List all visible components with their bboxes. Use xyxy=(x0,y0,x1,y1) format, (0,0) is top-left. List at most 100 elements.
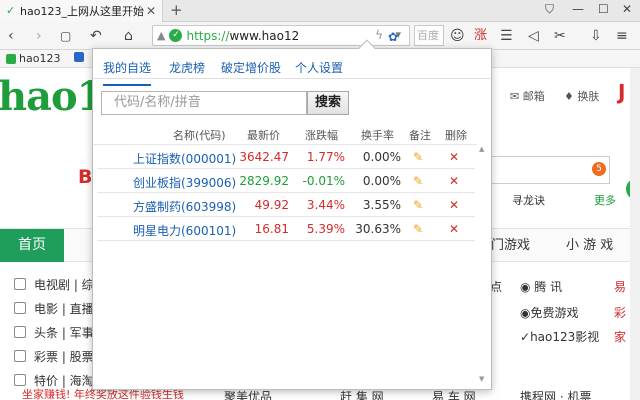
stock-search-input[interactable]: 代码/名称/拼音 xyxy=(101,91,307,115)
pencil-icon[interactable]: ✎ xyxy=(413,174,423,188)
pencil-icon[interactable]: ✎ xyxy=(413,222,423,236)
tab-settings[interactable]: 个人设置 xyxy=(295,59,343,76)
scroll-down-icon[interactable]: ▼ xyxy=(479,375,484,383)
forward-icon[interactable]: › xyxy=(36,27,42,45)
tab-dragon-tiger[interactable]: 龙虎榜 xyxy=(169,59,205,76)
bookmark-paw[interactable] xyxy=(74,52,87,62)
shirt-icon[interactable]: ⛉ xyxy=(545,2,554,17)
tab-bar: ✓ hao123_上网从这里开始 ✕ + ⛉ — ☐ ✕ xyxy=(0,0,640,22)
stock-change: 3.44% xyxy=(306,198,345,212)
scroll-up-icon[interactable]: ▲ xyxy=(479,145,484,153)
stock-price: 16.81 xyxy=(254,222,289,236)
popup-scrollbar[interactable]: ▲ ▼ xyxy=(477,145,487,383)
url-host: www.hao12 xyxy=(229,28,300,43)
stock-change: 5.39% xyxy=(306,222,345,236)
table-row[interactable]: 上证指数(000001) 3642.47 1.77% 0.00% ✎ ✕ xyxy=(97,145,475,169)
right-col-char[interactable]: 易 xyxy=(614,278,626,295)
table-row[interactable]: 明星电力(600101) 16.81 5.39% 30.63% ✎ ✕ xyxy=(97,217,475,241)
close-icon[interactable]: ✕ xyxy=(449,222,459,236)
url-scheme: https:// xyxy=(186,28,230,43)
stock-watchlist-popup: 我的自选 龙虎榜 破定增价股 个人设置 代码/名称/拼音 搜索 名称(代码) 最… xyxy=(92,39,492,390)
stock-price: 3642.47 xyxy=(239,150,289,164)
close-window-icon[interactable]: ✕ xyxy=(622,2,632,16)
pencil-icon[interactable]: ✎ xyxy=(413,150,423,164)
sound-icon[interactable]: ◁ xyxy=(528,27,539,45)
tencent-link[interactable]: ◉ 腾 讯 xyxy=(520,278,562,295)
lightning-icon[interactable]: ϟ xyxy=(375,28,383,42)
free-games-link[interactable]: ◉免费游戏 xyxy=(520,304,579,321)
category-list: 电视剧 | 综 电影 | 直播 头条 | 军事 彩票 | 股票 特价 | 海淘 xyxy=(14,272,94,392)
stock-price: 2829.92 xyxy=(239,174,289,188)
bottom-link[interactable]: 携程网 · 机票 xyxy=(520,388,591,400)
new-tab-icon[interactable]: + xyxy=(170,1,183,19)
site-info-icon[interactable]: ▲ xyxy=(157,29,165,42)
paw-icon[interactable]: ✿ xyxy=(388,28,398,46)
list-item[interactable]: 电视剧 | 综 xyxy=(14,272,94,296)
browser-tab[interactable]: ✓ hao123_上网从这里开始 ✕ xyxy=(0,0,163,22)
pencil-icon[interactable]: ✎ xyxy=(413,198,423,212)
face-icon[interactable]: ☺ xyxy=(450,27,465,45)
tab-below-placement[interactable]: 破定增价股 xyxy=(221,59,281,76)
maximize-icon[interactable]: ☐ xyxy=(598,2,609,16)
bookmark-list-icon[interactable]: ☰ xyxy=(500,27,513,45)
skin-link[interactable]: ♦ 换肤 xyxy=(564,88,599,104)
news-icon xyxy=(14,326,26,338)
more-link[interactable]: 更多 xyxy=(594,192,616,208)
film-icon xyxy=(14,302,26,314)
right-col-char[interactable]: 家 xyxy=(614,328,626,345)
close-icon[interactable]: ✕ xyxy=(449,174,459,188)
nav-toolbar: ‹ › ▢ ↶ ⌂ ▲ ✓ https:// www.hao12 ϟ ▾ ✿ 百… xyxy=(0,22,640,50)
j-mark: J xyxy=(618,80,626,104)
stock-turnover: 0.00% xyxy=(362,150,401,164)
download-icon[interactable]: ⇩ xyxy=(590,27,602,45)
home-icon[interactable]: ⌂ xyxy=(124,27,133,45)
stock-name[interactable]: 方盛制药(603998) xyxy=(133,198,236,215)
tab-my-watchlist[interactable]: 我的自选 xyxy=(103,59,152,86)
search-button[interactable]: 搜索 xyxy=(307,91,349,115)
paw-icon xyxy=(74,52,84,62)
history-icon[interactable]: ▢ xyxy=(60,27,71,45)
close-icon[interactable]: ✕ xyxy=(449,198,459,212)
stock-name[interactable]: 创业板指(399006) xyxy=(133,174,236,191)
stock-icon[interactable]: 涨 xyxy=(474,27,487,45)
b-heading: B xyxy=(78,166,93,188)
stock-turnover: 3.55% xyxy=(362,198,401,212)
tv-icon xyxy=(14,278,26,290)
back-icon[interactable]: ‹ xyxy=(8,27,14,45)
table-row[interactable]: 创业板指(399006) 2829.92 -0.01% 0.00% ✎ ✕ xyxy=(97,169,475,193)
hao123-video-link[interactable]: ✓hao123影视 xyxy=(520,328,599,345)
col-turnover: 换手率 xyxy=(361,129,394,142)
col-price: 最新价 xyxy=(247,129,280,142)
mail-link[interactable]: ✉ 邮箱 xyxy=(510,88,545,104)
close-icon[interactable]: ✕ xyxy=(449,150,459,164)
minimize-icon[interactable]: — xyxy=(572,2,584,16)
search-input[interactable]: 百度 xyxy=(414,25,444,46)
scissors-icon[interactable]: ✂ xyxy=(554,27,566,45)
col-name: 名称(代码) xyxy=(173,129,226,142)
page-search-input[interactable] xyxy=(478,156,610,184)
list-item[interactable]: 头条 | 军事 xyxy=(14,320,94,344)
stock-name[interactable]: 明星电力(600101) xyxy=(133,222,236,239)
right-panel: ✉ 邮箱 ♦ 换肤 J 5 寻龙诀 更多 点 ◉ 腾 讯 ◉免费游戏 ✓hao1… xyxy=(478,68,640,400)
menu-icon[interactable]: ≡ xyxy=(616,27,628,45)
lottery-icon xyxy=(14,350,26,362)
notification-badge: 5 xyxy=(592,162,606,176)
hao-favicon-icon: ✓ xyxy=(6,4,16,17)
hot-word-link[interactable]: 寻龙诀 xyxy=(512,192,545,208)
tag-icon xyxy=(14,374,26,386)
bookmark-label: hao123 xyxy=(19,52,61,65)
undo-icon[interactable]: ↶ xyxy=(90,27,102,45)
table-row[interactable]: 方盛制药(603998) 49.92 3.44% 3.55% ✎ ✕ xyxy=(97,193,475,217)
list-item[interactable]: 电影 | 直播 xyxy=(14,296,94,320)
right-col-char[interactable]: 彩 xyxy=(614,304,626,321)
stock-change: -0.01% xyxy=(302,174,345,188)
table-header: 名称(代码) 最新价 涨跌幅 换手率 备注 删除 xyxy=(93,123,477,145)
tab-close-icon[interactable]: ✕ xyxy=(146,4,156,18)
page-scrollbar[interactable] xyxy=(630,68,640,400)
stock-name[interactable]: 上证指数(000001) xyxy=(133,150,236,167)
nav-home-tab[interactable]: 首页 xyxy=(0,229,64,262)
stock-turnover: 30.63% xyxy=(355,222,401,236)
col-delete: 删除 xyxy=(445,129,467,142)
bookmark-hao123[interactable]: hao123 xyxy=(6,52,60,65)
list-item[interactable]: 彩票 | 股票 xyxy=(14,344,94,368)
